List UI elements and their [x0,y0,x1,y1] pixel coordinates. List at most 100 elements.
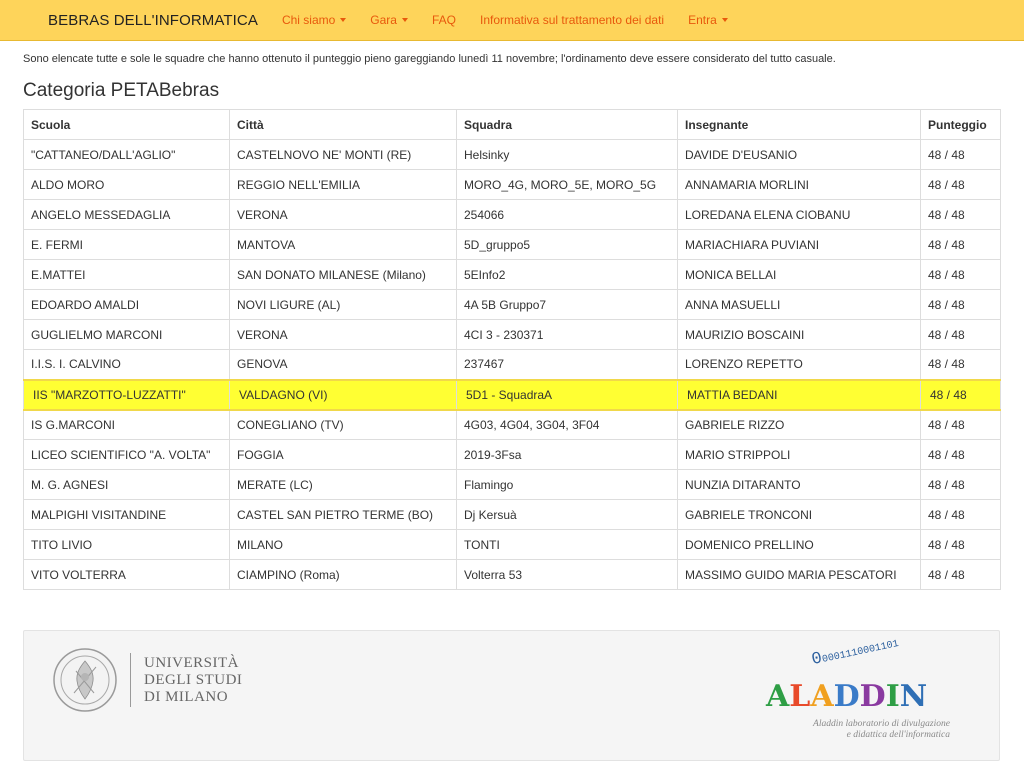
cell-insegnante: MARIACHIARA PUVIANI [677,229,921,260]
nav-chi-siamo[interactable]: Chi siamo [282,13,347,27]
cell-insegnante: GABRIELE RIZZO [677,409,921,440]
aladdin-letter: D [859,679,886,714]
cell-squadra: MORO_4G, MORO_5E, MORO_5G [456,169,678,200]
cell-insegnante: LOREDANA ELENA CIOBANU [677,199,921,230]
cell-citta: VERONA [229,199,457,230]
aladdin-letter: A [766,679,790,714]
cell-scuola: TITO LIVIO [23,529,230,560]
table-row: I.I.S. I. CALVINO GENOVA 237467 LORENZO REP… [23,349,1001,380]
cell-scuola: IS G.MARCONI [23,409,230,440]
cell-squadra: Helsinky [456,139,678,170]
aladdin-letter: N [899,679,928,714]
cell-citta: VALDAGNO (VI) [229,378,457,411]
table-row: EDOARDO AMALDI NOVI LIGURE (AL) 4A 5B Grup… [23,289,1001,320]
cell-punteggio: 48 / 48 [920,469,1001,500]
cell-punteggio: 48 / 48 [920,199,1001,230]
cell-insegnante: MAURIZIO BOSCAINI [677,319,921,350]
cell-scuola: "CATTANEO/DALL'AGLIO" [23,139,230,170]
nav-gara[interactable]: Gara [370,13,408,27]
cell-punteggio: 48 / 48 [920,319,1001,350]
aladdin-tagline: Aladdin laboratorio di divulgazione e di… [813,719,950,740]
cell-squadra: 4G03, 4G04, 3G04, 3F04 [456,409,678,440]
table-row: VITO VOLTERRA CIAMPINO (Roma) Volterra 53 M… [23,559,1001,590]
brand-link[interactable]: BEBRAS DELL'INFORMATICA [48,12,258,29]
cell-insegnante: DOMENICO PRELLINO [677,529,921,560]
nav-informativa[interactable]: Informativa sul trattamento dei dati [480,13,664,27]
cell-squadra: Flamingo [456,469,678,500]
cell-insegnante: ANNA MASUELLI [677,289,921,320]
cell-squadra: 4CI 3 - 230371 [456,319,678,350]
unimi-wordmark: UNIVERSITÀ DEGLI STUDI DI MILANO [144,654,243,705]
results-table: Scuola Città Squadra Insegnante Punteggi… [23,109,1001,590]
intro-text: Sono elencate tutte e sole le squadre ch… [23,53,836,65]
table-row: LICEO SCIENTIFICO "A. VOLTA" FOGGIA 2019-3… [23,439,1001,470]
cell-citta: GENOVA [229,349,457,380]
cell-scuola: EDOARDO AMALDI [23,289,230,320]
cell-citta: FOGGIA [229,439,457,470]
cell-punteggio: 48 / 48 [920,289,1001,320]
aladdin-letter: D [833,679,860,714]
cell-punteggio: 48 / 48 [920,529,1001,560]
cell-punteggio: 48 / 48 [920,139,1001,170]
cell-squadra: 254066 [456,199,678,230]
cell-punteggio: 48 / 48 [920,259,1001,290]
cell-citta: CONEGLIANO (TV) [229,409,457,440]
category-title: Categoria PETABebras [23,80,220,101]
cell-insegnante: MATTIA BEDANI [677,378,921,411]
aladdin-logo: 00001110001101 ALADDIN Aladdin laborator… [766,639,956,749]
cell-squadra: 5D1 - SquadraA [456,378,678,411]
header-punteggio: Punteggio [920,109,1001,140]
cell-insegnante: MASSIMO GUIDO MARIA PESCATORI [677,559,921,590]
table-row: E. FERMI MANTOVA 5D_gruppo5 MARIACHIARA PUV… [23,229,1001,260]
cell-citta: VERONA [229,319,457,350]
cell-citta: CASTEL SAN PIETRO TERME (BO) [229,499,457,530]
unimi-logo: UNIVERSITÀ DEGLI STUDI DI MILANO [52,647,242,713]
caret-down-icon [721,18,728,22]
university-seal-logo [53,648,117,712]
cell-squadra: 4A 5B Gruppo7 [456,289,678,320]
cell-scuola: IIS "MARZOTTO-LUZZATTI" [23,378,230,411]
main-content: Sono elencate tutte e sole le squadre ch… [0,53,1024,590]
table-row: TITO LIVIO MILANO TONTI DOMENICO PRELLINO 48… [23,529,1001,560]
cell-insegnante: GABRIELE TRONCONI [677,499,921,530]
cell-insegnante: DAVIDE D'EUSANIO [677,139,921,170]
cell-squadra: 237467 [456,349,678,380]
aladdin-letter: I [885,679,900,714]
cell-punteggio: 48 / 48 [920,409,1001,440]
cell-scuola: E.MATTEI [23,259,230,290]
footer-panel: UNIVERSITÀ DEGLI STUDI DI MILANO 0000111… [23,630,1000,761]
results-body: "CATTANEO/DALL'AGLIO" CASTELNOVO NE' MONT… [23,139,1001,590]
table-row: E.MATTEI SAN DONATO MILANESE (Milano) 5EIn… [23,259,1001,290]
table-row: IS G.MARCONI CONEGLIANO (TV) 4G03, 4G04, 3… [23,409,1001,440]
cell-punteggio: 48 / 48 [920,378,1001,411]
top-navbar: BEBRAS DELL'INFORMATICA Chi siamo Gara F… [0,0,1024,41]
table-header-row: Scuola Città Squadra Insegnante Punteggi… [23,109,1001,140]
cell-squadra: Volterra 53 [456,559,678,590]
aladdin-binary-digits: 00001110001101 [810,638,900,670]
nav-entra[interactable]: Entra [688,13,728,27]
cell-scuola: MALPIGHI VISITANDINE [23,499,230,530]
nav-faq[interactable]: FAQ [432,13,456,27]
table-row: GUGLIELMO MARCONI VERONA 4CI 3 - 230371 MAU… [23,319,1001,350]
cell-punteggio: 48 / 48 [920,559,1001,590]
table-row: "CATTANEO/DALL'AGLIO" CASTELNOVO NE' MONT… [23,139,1001,170]
cell-punteggio: 48 / 48 [920,349,1001,380]
logo-divider [130,653,131,707]
header-insegnante: Insegnante [677,109,921,140]
cell-scuola: M. G. AGNESI [23,469,230,500]
cell-punteggio: 48 / 48 [920,439,1001,470]
cell-punteggio: 48 / 48 [920,499,1001,530]
cell-citta: MILANO [229,529,457,560]
cell-squadra: 2019-3Fsa [456,439,678,470]
table-row: IIS "MARZOTTO-LUZZATTI" VALDAGNO (VI) 5D1 … [23,378,1001,411]
cell-scuola: VITO VOLTERRA [23,559,230,590]
caret-down-icon [401,18,408,22]
header-citta: Città [229,109,457,140]
cell-insegnante: NUNZIA DITARANTO [677,469,921,500]
cell-insegnante: MONICA BELLAI [677,259,921,290]
header-scuola: Scuola [23,109,230,140]
cell-punteggio: 48 / 48 [920,169,1001,200]
header-squadra: Squadra [456,109,678,140]
cell-citta: NOVI LIGURE (AL) [229,289,457,320]
cell-scuola: GUGLIELMO MARCONI [23,319,230,350]
